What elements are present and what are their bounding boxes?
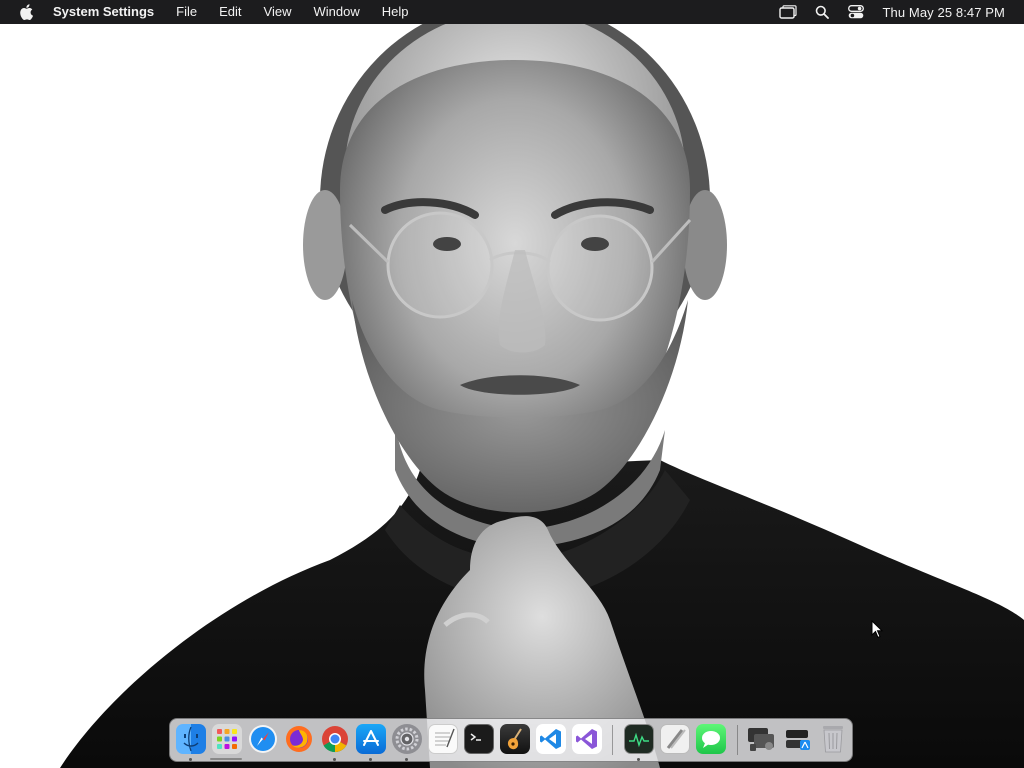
terminal-icon[interactable] — [464, 724, 494, 754]
app-name-menu[interactable]: System Settings — [53, 0, 165, 24]
activity-monitor-running-indicator — [637, 758, 640, 761]
textedit-icon[interactable] — [428, 724, 458, 754]
chrome-running-indicator — [333, 758, 336, 761]
utilities-folder-icon[interactable] — [746, 724, 776, 754]
help-menu[interactable]: Help — [371, 0, 420, 24]
desktop-wallpaper — [0, 0, 1024, 768]
system-settings-icon[interactable] — [392, 724, 422, 754]
dock — [169, 718, 853, 762]
activity-monitor-icon[interactable] — [624, 724, 654, 754]
launchpad-icon[interactable] — [212, 724, 242, 754]
mouse-pointer-icon — [871, 619, 885, 645]
dock-hover-underline — [210, 758, 242, 760]
spotlight-search-icon[interactable] — [812, 0, 832, 24]
view-menu[interactable]: View — [253, 0, 303, 24]
app-store-running-indicator — [369, 758, 372, 761]
wallpaper-portrait-image — [60, 0, 1024, 768]
control-center-icon[interactable] — [846, 0, 866, 24]
dock-separator — [737, 725, 738, 755]
chrome-icon[interactable] — [320, 724, 350, 754]
script-editor-icon[interactable] — [660, 724, 690, 754]
finder-icon[interactable] — [176, 724, 206, 754]
file-menu[interactable]: File — [165, 0, 208, 24]
menubar-clock[interactable]: Thu May 25 8:47 PM — [883, 5, 1005, 20]
screen-mirroring-icon[interactable] — [778, 0, 798, 24]
messages-icon[interactable] — [696, 724, 726, 754]
garageband-icon[interactable] — [500, 724, 530, 754]
apple-menu-icon[interactable] — [17, 0, 35, 24]
edit-menu[interactable]: Edit — [208, 0, 252, 24]
app-store-icon[interactable] — [356, 724, 386, 754]
vscode-icon[interactable] — [536, 724, 566, 754]
applications-folder-icon[interactable] — [784, 724, 814, 754]
dock-separator — [612, 725, 613, 755]
system-settings-running-indicator — [405, 758, 408, 761]
menu-bar: System Settings File Edit View Window He… — [0, 0, 1024, 24]
visual-studio-icon[interactable] — [572, 724, 602, 754]
firefox-icon[interactable] — [284, 724, 314, 754]
safari-icon[interactable] — [248, 724, 278, 754]
window-menu[interactable]: Window — [302, 0, 370, 24]
finder-running-indicator — [189, 758, 192, 761]
trash-icon[interactable] — [818, 724, 848, 754]
